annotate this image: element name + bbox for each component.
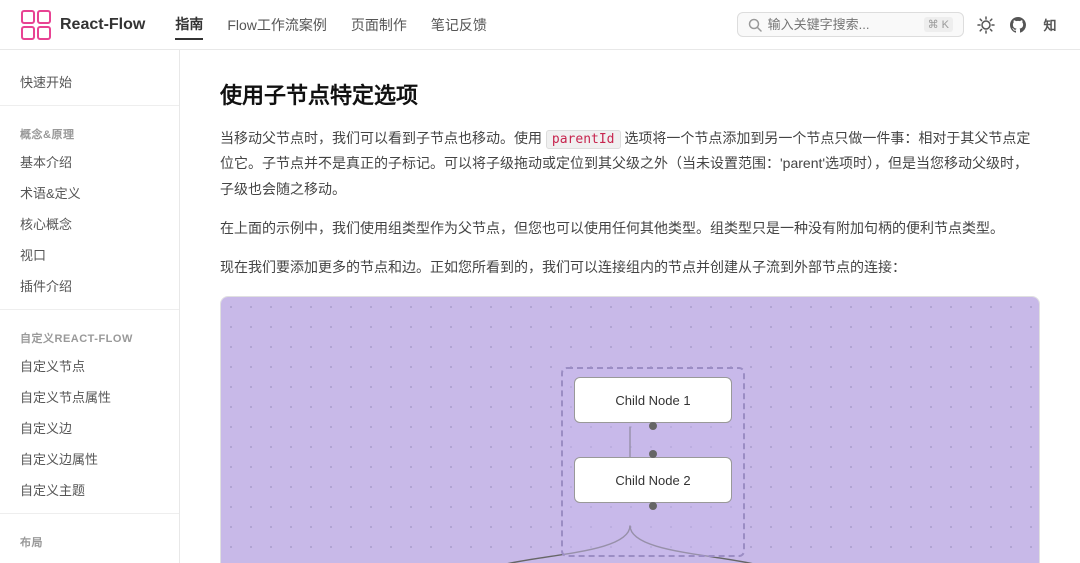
- nav-link-notes[interactable]: 笔记反馈: [431, 11, 487, 39]
- sidebar-section-concepts: 概念&原理: [0, 114, 179, 146]
- search-box[interactable]: ⌘ K: [737, 12, 964, 37]
- nav-right: ⌘ K 知: [737, 12, 1060, 37]
- sidebar-section-layout: 布局: [0, 522, 179, 554]
- diagram-wrapper: Child Node 1 Child Node 2 Node B: [220, 296, 1040, 563]
- theme-toggle-icon[interactable]: [976, 15, 996, 35]
- child-node-1-bottom-handle[interactable]: [649, 422, 657, 430]
- sidebar-item-plugins[interactable]: 插件介绍: [0, 270, 179, 301]
- para-2: 在上面的示例中，我们使用组类型作为父节点，但您也可以使用任何其他类型。组类型只是…: [220, 216, 1040, 241]
- logo-icon: [20, 9, 52, 41]
- child-node-2-bottom-handle[interactable]: [649, 502, 657, 510]
- sidebar-item-custom-edge[interactable]: 自定义边: [0, 412, 179, 443]
- search-input[interactable]: [768, 17, 918, 32]
- sidebar-item-layout-framework[interactable]: 布局框架: [0, 554, 179, 563]
- nav-link-page[interactable]: 页面制作: [351, 11, 407, 39]
- nav-link-flow[interactable]: Flow工作流案例: [227, 11, 327, 39]
- sidebar-item-custom-node-props[interactable]: 自定义节点属性: [0, 381, 179, 412]
- child-node-1[interactable]: Child Node 1: [574, 377, 732, 423]
- sidebar-item-viewport[interactable]: 视口: [0, 239, 179, 270]
- page-title: 使用子节点特定选项: [220, 78, 1040, 110]
- para-3: 现在我们要添加更多的节点和边。正如您所看到的，我们可以连接组内的节点并创建从子流…: [220, 255, 1040, 280]
- para-1: 当移动父节点时，我们可以看到子节点也移动。使用 parentId 选项将一个节点…: [220, 126, 1040, 202]
- logo-text: React-Flow: [60, 16, 145, 34]
- sidebar-divider-3: [0, 513, 179, 514]
- know-label[interactable]: 知: [1040, 15, 1060, 35]
- logo[interactable]: React-Flow: [20, 9, 145, 41]
- top-nav: React-Flow 指南 Flow工作流案例 页面制作 笔记反馈 ⌘ K: [0, 0, 1080, 50]
- inline-code-parentid: parentId: [546, 130, 621, 149]
- nav-links: 指南 Flow工作流案例 页面制作 笔记反馈: [175, 10, 487, 40]
- sidebar-item-terms[interactable]: 术语&定义: [0, 177, 179, 208]
- child-node-2-label: Child Node 2: [615, 473, 690, 488]
- github-icon[interactable]: [1008, 15, 1028, 35]
- sidebar-section-custom: 自定义REACT-FLOW: [0, 318, 179, 350]
- sidebar-item-quickstart[interactable]: 快速开始: [0, 66, 179, 97]
- child-node-1-label: Child Node 1: [615, 393, 690, 408]
- child-node-2[interactable]: Child Node 2: [574, 457, 732, 503]
- sidebar-item-core[interactable]: 核心概念: [0, 208, 179, 239]
- sidebar-item-custom-theme[interactable]: 自定义主题: [0, 474, 179, 505]
- sidebar-divider-2: [0, 309, 179, 310]
- nav-link-guide[interactable]: 指南: [175, 10, 203, 40]
- sidebar: 快速开始 概念&原理 基本介绍 术语&定义 核心概念 视口 插件介绍 自定义RE…: [0, 50, 180, 563]
- sidebar-item-basic[interactable]: 基本介绍: [0, 146, 179, 177]
- main-content: 使用子节点特定选项 当移动父节点时，我们可以看到子节点也移动。使用 parent…: [180, 50, 1080, 563]
- child-node-2-top-handle[interactable]: [649, 450, 657, 458]
- search-icon: [748, 18, 762, 32]
- sidebar-item-custom-edge-props[interactable]: 自定义边属性: [0, 443, 179, 474]
- search-shortcut: ⌘ K: [924, 17, 953, 32]
- sidebar-divider-1: [0, 105, 179, 106]
- diagram-canvas[interactable]: Child Node 1 Child Node 2 Node B: [221, 297, 1039, 563]
- sidebar-item-custom-node[interactable]: 自定义节点: [0, 350, 179, 381]
